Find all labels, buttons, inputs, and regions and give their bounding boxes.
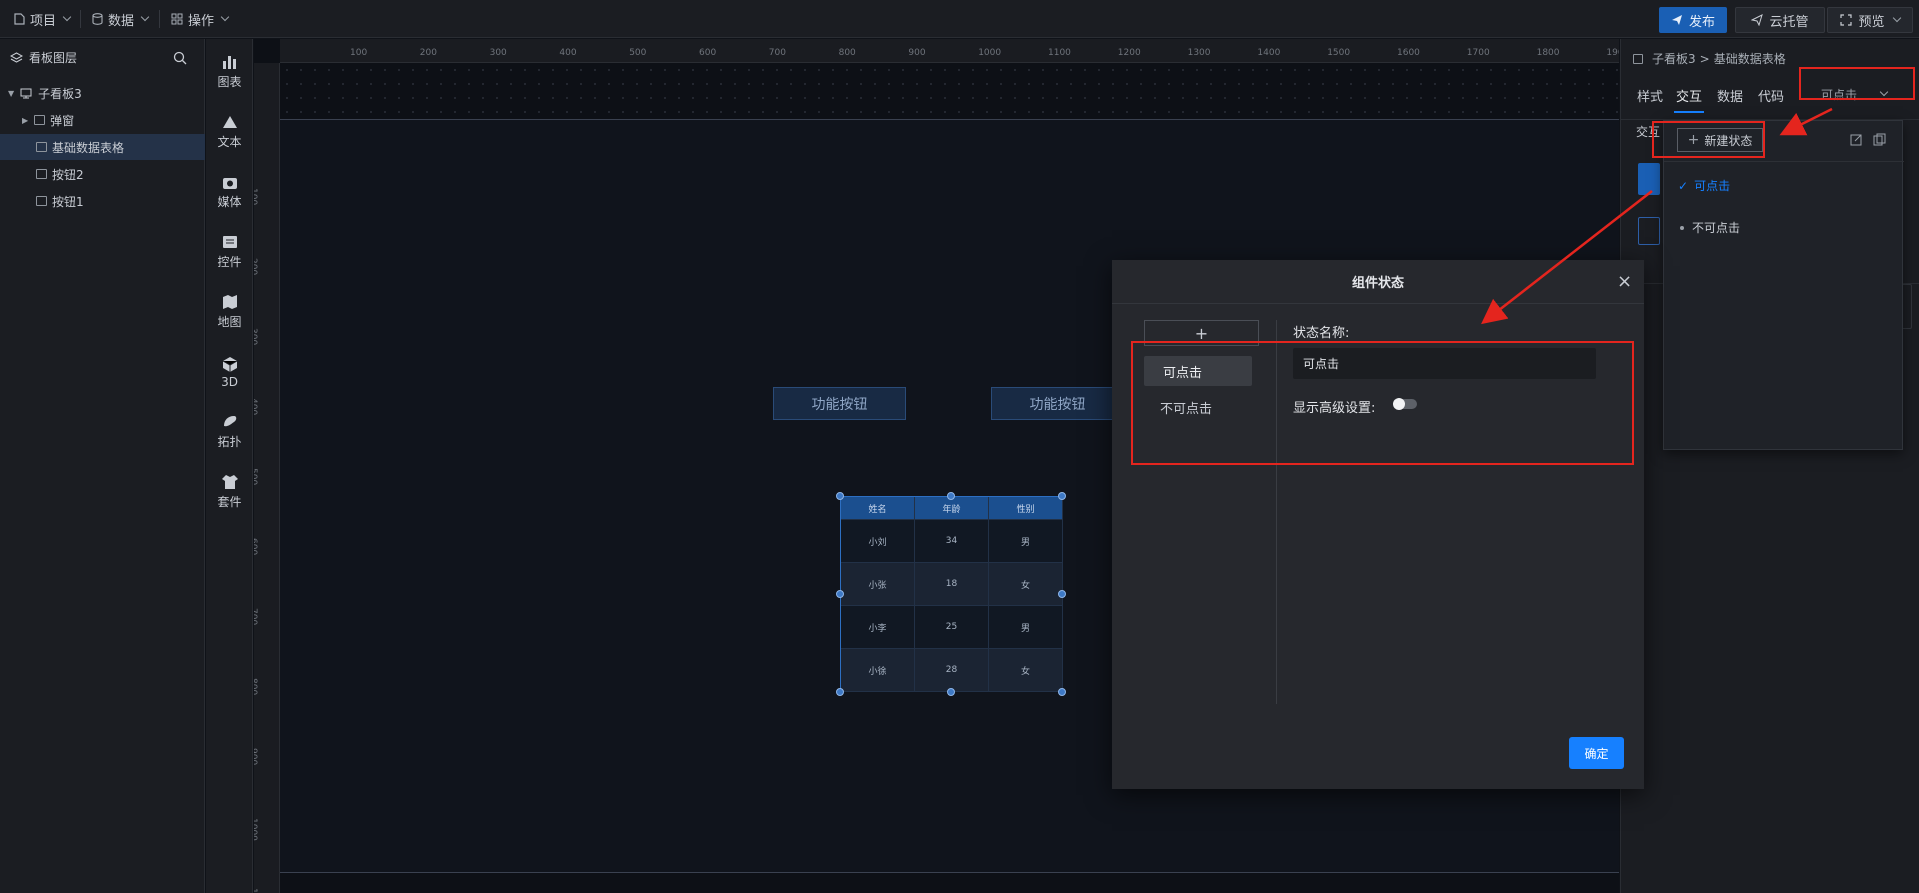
annotation-arrow — [1779, 107, 1833, 136]
annotation-arrow — [1481, 190, 1653, 325]
annotation-arrows — [1481, 107, 1833, 325]
